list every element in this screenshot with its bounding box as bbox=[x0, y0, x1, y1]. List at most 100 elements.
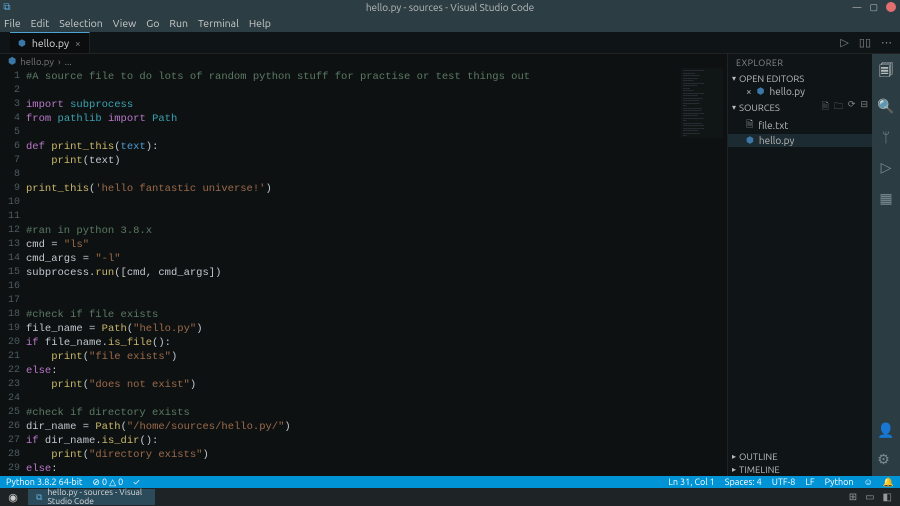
run-icon[interactable]: ▷ bbox=[840, 36, 848, 49]
tab-hello-py[interactable]: ⬢ hello.py × bbox=[10, 32, 90, 53]
tray-icon[interactable]: ▭ bbox=[865, 491, 874, 503]
run-debug-icon[interactable]: ▷ bbox=[881, 159, 892, 176]
explorer-title: EXPLORER bbox=[728, 54, 872, 72]
line-content[interactable]: def print_this(text): bbox=[26, 140, 727, 154]
more-actions-icon[interactable]: ⋯ bbox=[881, 36, 892, 49]
breadcrumb-file: hello.py bbox=[20, 56, 54, 67]
source-item[interactable]: ⬢hello.py bbox=[728, 134, 872, 147]
collapse-icon[interactable]: ⊟ bbox=[860, 99, 868, 115]
open-editor-item[interactable]: × ⬢ hello.py bbox=[728, 85, 872, 98]
status-item[interactable]: UTF-8 bbox=[772, 477, 796, 488]
outline-section[interactable]: ▸ OUTLINE bbox=[728, 450, 872, 463]
line-content[interactable]: from pathlib import Path bbox=[26, 112, 727, 126]
line-content[interactable]: #check if file exists bbox=[26, 308, 727, 322]
line-content[interactable] bbox=[26, 126, 727, 140]
tray-icon[interactable]: ⊞ bbox=[849, 491, 857, 503]
line-content[interactable] bbox=[26, 168, 727, 182]
line-content[interactable]: print("directory exists") bbox=[26, 448, 727, 462]
menubar: File Edit Selection View Go Run Terminal Help bbox=[0, 14, 900, 32]
status-item[interactable]: Python 3.8.2 64-bit bbox=[6, 477, 82, 487]
extensions-icon[interactable]: ▦ bbox=[879, 190, 892, 207]
tray-icon[interactable]: ◧ bbox=[883, 491, 892, 503]
line-content[interactable]: print("does not exist") bbox=[26, 378, 727, 392]
close-icon[interactable]: × bbox=[746, 86, 752, 97]
line-number: 12 bbox=[0, 224, 26, 238]
menu-run[interactable]: Run bbox=[169, 17, 188, 29]
new-folder-icon[interactable]: 🗀 bbox=[834, 99, 843, 115]
menu-selection[interactable]: Selection bbox=[59, 17, 103, 29]
menu-terminal[interactable]: Terminal bbox=[198, 17, 239, 29]
line-content[interactable]: import subprocess bbox=[26, 98, 727, 112]
line-content[interactable]: cmd_args = "-l" bbox=[26, 252, 727, 266]
line-number: 11 bbox=[0, 210, 26, 224]
file-icon: ⬢ bbox=[746, 135, 754, 146]
line-content[interactable]: print(text) bbox=[26, 154, 727, 168]
timeline-label: TIMELINE bbox=[739, 464, 780, 475]
menu-help[interactable]: Help bbox=[249, 17, 271, 29]
minimap[interactable]: ▪▪▪▪▪▪▪▪▪▪▪▪▪▪▪▪▪▪▪▪▪▪▪▪▪▪▪▪▪▪▪▪▪▪▪▪▪▪▪▪… bbox=[681, 68, 723, 138]
status-item[interactable]: Spaces: 4 bbox=[725, 477, 762, 488]
line-content[interactable]: file_name = Path("hello.py") bbox=[26, 322, 727, 336]
line-content[interactable] bbox=[26, 294, 727, 308]
status-item[interactable]: LF bbox=[805, 477, 814, 488]
search-icon[interactable]: 🔍 bbox=[877, 98, 894, 115]
line-content[interactable]: else: bbox=[26, 364, 727, 378]
line-content[interactable]: #A source file to do lots of random pyth… bbox=[26, 70, 727, 84]
line-content[interactable]: print("file exists") bbox=[26, 350, 727, 364]
menu-view[interactable]: View bbox=[113, 17, 137, 29]
editor-area[interactable]: ⬢ hello.py › ... 1#A source file to do l… bbox=[0, 54, 727, 476]
open-editors-section[interactable]: ▾ OPEN EDITORS bbox=[728, 72, 872, 85]
account-icon[interactable]: 👤 bbox=[877, 422, 894, 439]
line-content[interactable]: else: bbox=[26, 462, 727, 476]
code-content[interactable]: 1#A source file to do lots of random pyt… bbox=[0, 68, 727, 476]
sources-section[interactable]: ▾ SOURCES 🗎 🗀 ⟳ ⊟ bbox=[728, 98, 872, 116]
status-item[interactable]: ✓ bbox=[133, 477, 139, 487]
os-taskbar: ◉ ⧉ hello.py - sources - Visual Studio C… bbox=[0, 488, 900, 506]
line-content[interactable]: cmd = "ls" bbox=[26, 238, 727, 252]
line-number: 16 bbox=[0, 280, 26, 294]
line-content[interactable]: #ran in python 3.8.x bbox=[26, 224, 727, 238]
status-item[interactable]: 🔔 bbox=[883, 477, 894, 488]
line-content[interactable]: if file_name.is_file(): bbox=[26, 336, 727, 350]
line-content[interactable]: if dir_name.is_dir(): bbox=[26, 434, 727, 448]
line-content[interactable] bbox=[26, 84, 727, 98]
activity-bar: 🗐 🔍 ᛘ ▷ ▦ 👤 ⚙ bbox=[872, 54, 900, 476]
source-control-icon[interactable]: ᛘ bbox=[882, 129, 890, 145]
outline-label: OUTLINE bbox=[739, 451, 778, 462]
menu-file[interactable]: File bbox=[4, 17, 21, 29]
status-item[interactable]: Python bbox=[825, 477, 854, 488]
line-number: 21 bbox=[0, 350, 26, 364]
line-content[interactable] bbox=[26, 196, 727, 210]
line-number: 24 bbox=[0, 392, 26, 406]
menu-edit[interactable]: Edit bbox=[31, 17, 50, 29]
line-number: 22 bbox=[0, 364, 26, 378]
timeline-section[interactable]: ▸ TIMELINE bbox=[728, 463, 872, 476]
refresh-icon[interactable]: ⟳ bbox=[848, 99, 856, 115]
tab-close-icon[interactable]: × bbox=[75, 38, 81, 49]
line-content[interactable] bbox=[26, 210, 727, 224]
start-button[interactable]: ◉ bbox=[0, 488, 26, 506]
taskbar-app-item[interactable]: ⧉ hello.py - sources - Visual Studio Cod… bbox=[28, 489, 155, 505]
menu-go[interactable]: Go bbox=[146, 17, 159, 29]
window-maximize-icon[interactable]: ▢ bbox=[869, 2, 878, 13]
gear-icon[interactable]: ⚙ bbox=[877, 451, 894, 468]
line-content[interactable]: subprocess.run([cmd, cmd_args]) bbox=[26, 266, 727, 280]
line-content[interactable] bbox=[26, 392, 727, 406]
source-item[interactable]: 🗎file.txt bbox=[728, 116, 872, 134]
line-content[interactable]: #check if directory exists bbox=[26, 406, 727, 420]
status-item[interactable]: ⊘ 0 △ 0 bbox=[92, 477, 123, 487]
line-number: 8 bbox=[0, 168, 26, 182]
status-item[interactable]: Ln 31, Col 1 bbox=[668, 477, 714, 488]
line-number: 4 bbox=[0, 112, 26, 126]
split-editor-icon[interactable]: ▯▯ bbox=[859, 36, 871, 49]
python-file-icon: ⬢ bbox=[757, 86, 765, 97]
breadcrumb[interactable]: ⬢ hello.py › ... bbox=[0, 54, 727, 68]
window-minimize-icon[interactable]: — bbox=[853, 2, 862, 13]
line-content[interactable]: dir_name = Path("/home/sources/hello.py/… bbox=[26, 420, 727, 434]
line-content[interactable]: print_this('hello fantastic universe!') bbox=[26, 182, 727, 196]
window-close-icon[interactable] bbox=[886, 2, 896, 12]
new-file-icon[interactable]: 🗎 bbox=[822, 99, 829, 115]
status-item[interactable]: ☺ bbox=[864, 477, 873, 488]
line-content[interactable] bbox=[26, 280, 727, 294]
explorer-icon[interactable]: 🗐 bbox=[879, 60, 893, 84]
